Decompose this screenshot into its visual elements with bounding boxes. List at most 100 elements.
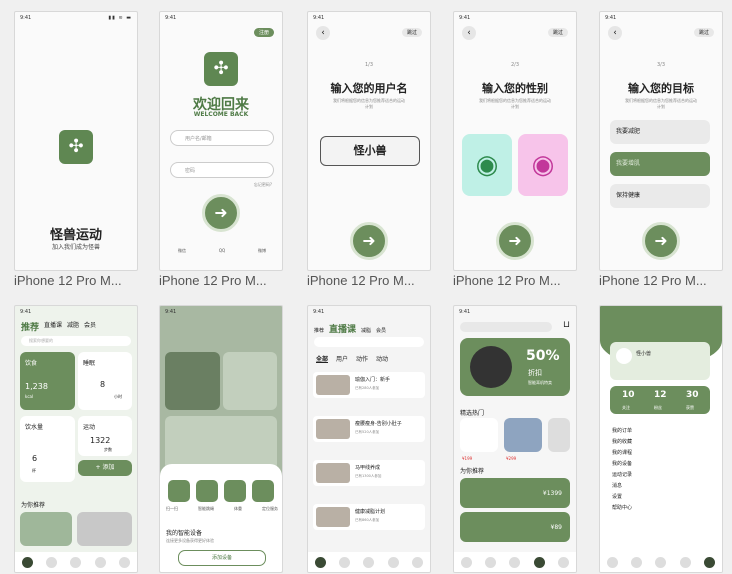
- sport-card[interactable]: 运动 1322 步数: [78, 416, 132, 456]
- status-time: 9:41: [165, 15, 177, 21]
- search-input[interactable]: [314, 337, 424, 347]
- next-arrow-button[interactable]: ➜: [642, 222, 680, 260]
- course-meta: 已有860人参加: [355, 518, 380, 522]
- back-icon[interactable]: ‹: [608, 26, 622, 40]
- tab-live[interactable]: 直播课: [329, 322, 356, 335]
- username-field[interactable]: 用户名/邮箱: [170, 130, 274, 146]
- data-tab-icon[interactable]: [655, 556, 667, 568]
- shop-tab-icon[interactable]: [94, 556, 106, 568]
- tab-member[interactable]: 会员: [84, 320, 96, 333]
- course-tab-icon[interactable]: [339, 556, 351, 568]
- home-tab-icon[interactable]: [460, 556, 472, 568]
- shop-tab-icon[interactable]: [533, 556, 545, 568]
- home-tab-icon[interactable]: [314, 556, 326, 568]
- skip-button[interactable]: 跳过: [401, 28, 422, 37]
- next-arrow-button[interactable]: ➜: [496, 222, 534, 260]
- avatar[interactable]: [616, 348, 632, 364]
- data-tab-icon[interactable]: [363, 556, 375, 568]
- skip-button[interactable]: 跳过: [693, 28, 714, 37]
- course-item[interactable]: 马甲线养成 已有1300人参加: [313, 460, 425, 486]
- profile-tab-icon[interactable]: [412, 556, 424, 568]
- skip-button[interactable]: 跳过: [547, 28, 568, 37]
- goal-lose-weight[interactable]: 我要减肥: [610, 120, 710, 144]
- profile-tab-icon[interactable]: [119, 556, 131, 568]
- home-tab-icon[interactable]: [21, 556, 33, 568]
- forgot-password-link[interactable]: 忘记密码?: [254, 182, 272, 188]
- location-icon[interactable]: [252, 480, 274, 502]
- profile-tab-icon[interactable]: [704, 556, 716, 568]
- menu-item[interactable]: 设置: [612, 492, 712, 503]
- scale-icon[interactable]: [224, 480, 246, 502]
- menu-item[interactable]: 我的设备: [612, 459, 712, 470]
- qq-login[interactable]: QQ: [219, 248, 225, 254]
- scan-icon[interactable]: [168, 480, 190, 502]
- menu-item[interactable]: 帮助中心: [612, 503, 712, 514]
- cart-icon[interactable]: ⊔: [563, 320, 570, 330]
- register-button[interactable]: 注册: [253, 28, 274, 37]
- shop-tab-icon[interactable]: [679, 556, 691, 568]
- recommend-heading: 为你推荐: [460, 468, 485, 475]
- tab-live[interactable]: 直播课: [44, 320, 62, 333]
- course-tab-icon[interactable]: [631, 556, 643, 568]
- rope-icon[interactable]: [196, 480, 218, 502]
- shop-tab-icon[interactable]: [387, 556, 399, 568]
- subtab-user[interactable]: 用户: [336, 354, 348, 363]
- tab-recommend[interactable]: 推荐: [21, 320, 39, 333]
- status-time: 9:41: [459, 309, 471, 315]
- goal-build-muscle[interactable]: 我要增肌: [610, 152, 710, 176]
- menu-item[interactable]: 消息: [612, 481, 712, 492]
- recommend-card[interactable]: [20, 512, 72, 546]
- course-item[interactable]: 健康减脂计划 已有860人参加: [313, 504, 425, 530]
- menu-item[interactable]: 我的课程: [612, 448, 712, 459]
- weibo-login[interactable]: 微博: [258, 248, 266, 254]
- diet-card[interactable]: 饮食 1,238 kcal: [20, 352, 75, 410]
- tab-recommend[interactable]: 推荐: [314, 327, 324, 334]
- back-icon[interactable]: ‹: [462, 26, 476, 40]
- recommend-item[interactable]: ¥89: [460, 512, 570, 542]
- next-arrow-button[interactable]: ➜: [350, 222, 388, 260]
- search-input[interactable]: 搜索你想要的: [21, 336, 131, 346]
- login-arrow-button[interactable]: ➜: [202, 194, 240, 232]
- banner[interactable]: 50% 折扣 智能耳机特卖: [460, 338, 570, 396]
- add-button[interactable]: + 添加: [78, 460, 132, 476]
- course-tab-icon[interactable]: [485, 556, 497, 568]
- product-card[interactable]: [548, 418, 570, 452]
- caption: iPhone 12 Pro M...: [453, 273, 561, 288]
- tab-fatloss[interactable]: 减脂: [361, 327, 371, 334]
- course-tab-icon[interactable]: [46, 556, 58, 568]
- subtab-all[interactable]: 全部: [316, 354, 328, 363]
- water-card[interactable]: 饮水量 6 杯: [20, 416, 75, 482]
- status-time: 9:41: [165, 309, 177, 315]
- data-tab-icon[interactable]: [509, 556, 521, 568]
- subtab-action[interactable]: 动作: [356, 354, 368, 363]
- caption: iPhone 12 Pro M...: [307, 273, 415, 288]
- recommend-card[interactable]: [77, 512, 132, 546]
- data-tab-icon[interactable]: [70, 556, 82, 568]
- male-option-icon[interactable]: ◉: [462, 134, 512, 196]
- goal-stay-healthy[interactable]: 保持健康: [610, 184, 710, 208]
- course-item[interactable]: 瑜伽入门：新手 已有280人参加: [313, 372, 425, 398]
- sleep-card[interactable]: 睡眠 8 小时: [78, 352, 132, 410]
- phone-frame: 9:41 ‹ 跳过 2/3 输入您的性别 我们将根据您的信息为您推荐适合的运动计…: [453, 11, 577, 271]
- device-label: 定位服务: [262, 506, 278, 511]
- product-card[interactable]: [504, 418, 542, 452]
- home-tab-icon[interactable]: [606, 556, 618, 568]
- female-option-icon[interactable]: ◉: [518, 134, 568, 196]
- subtab-move[interactable]: 动动: [376, 354, 388, 363]
- username-input[interactable]: 怪小兽: [320, 136, 420, 166]
- item-price: ¥89: [550, 524, 562, 531]
- tab-fatloss[interactable]: 减脂: [67, 320, 79, 333]
- product-card[interactable]: [460, 418, 498, 452]
- menu-item[interactable]: 我的订单: [612, 426, 712, 437]
- course-item[interactable]: 瘦腰瘦身-告别小肚子 已有520人参加: [313, 416, 425, 442]
- profile-tab-icon[interactable]: [558, 556, 570, 568]
- menu-item[interactable]: 我的收藏: [612, 437, 712, 448]
- recommend-item[interactable]: ¥1399: [460, 478, 570, 508]
- password-field[interactable]: 密码: [170, 162, 274, 178]
- add-device-button[interactable]: 添加设备: [178, 550, 266, 566]
- tab-member[interactable]: 会员: [376, 327, 386, 334]
- search-input[interactable]: [460, 322, 552, 332]
- menu-item[interactable]: 运动记录: [612, 470, 712, 481]
- wechat-login[interactable]: 微信: [178, 248, 186, 254]
- back-icon[interactable]: ‹: [316, 26, 330, 40]
